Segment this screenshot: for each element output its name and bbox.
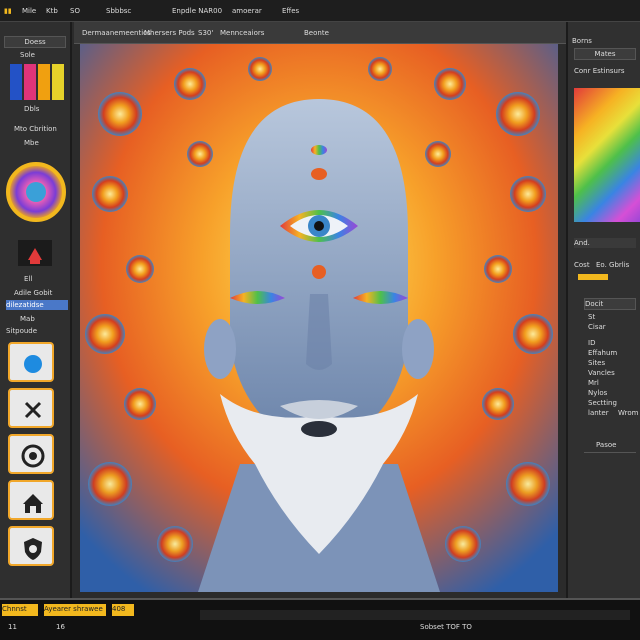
prop-item[interactable]: lanter bbox=[588, 408, 609, 418]
tag-1[interactable]: Chnnst bbox=[2, 604, 38, 616]
tool-label: Ell bbox=[24, 275, 33, 283]
panel-title: Doess bbox=[4, 36, 66, 48]
prop-item[interactable]: Nylos bbox=[588, 388, 607, 398]
home-icon bbox=[23, 494, 43, 513]
status-text: Sobset TOF TO bbox=[420, 623, 472, 631]
prop-item[interactable]: Cisar bbox=[588, 322, 606, 332]
circle-tool-button[interactable] bbox=[8, 342, 54, 382]
tag-2[interactable]: Ayearer shrawee bbox=[44, 604, 106, 616]
prop-item[interactable]: ID bbox=[588, 338, 595, 348]
circle-icon bbox=[24, 355, 42, 373]
color-wheel[interactable] bbox=[4, 160, 68, 224]
prop-item[interactable]: Effahum bbox=[588, 348, 617, 358]
tab-3[interactable]: S30' bbox=[198, 28, 213, 38]
menu-item-3[interactable]: SO bbox=[70, 6, 80, 16]
left-number-2: 16 bbox=[56, 623, 65, 631]
divider bbox=[584, 452, 636, 453]
tab-4[interactable]: Mennceaiors bbox=[220, 28, 264, 38]
prop-item[interactable]: Pasoe bbox=[596, 440, 616, 450]
left-panel: Doess Sole Dbls Mto Cbrition Mbe Ell Adi… bbox=[0, 22, 72, 598]
menu-bar: ▮▮ Mile Ktb SO Sbbbsc Enpdle NAR00 amoer… bbox=[0, 0, 640, 22]
target-icon bbox=[21, 444, 45, 468]
document-tabs-bar: Dermaanemeentics Mhersers Pods S30' Menn… bbox=[74, 22, 568, 44]
slider-fill[interactable] bbox=[578, 274, 608, 280]
close-tool-button[interactable] bbox=[8, 388, 54, 428]
right-panel-title: Borns bbox=[572, 37, 592, 45]
tab-5[interactable]: Beonte bbox=[304, 28, 329, 38]
shield-tool-button[interactable] bbox=[8, 526, 54, 566]
swatch-label: Sole bbox=[20, 51, 35, 59]
menu-item-6[interactable]: amoerar bbox=[232, 6, 262, 16]
prop-item[interactable]: Vancles bbox=[588, 368, 615, 378]
rainbow-color-picker[interactable] bbox=[574, 88, 640, 222]
menu-item-1[interactable]: Mile bbox=[22, 6, 36, 16]
color-label: Conr Estinsurs bbox=[574, 67, 625, 75]
prop-item[interactable]: Wrom bbox=[618, 408, 638, 418]
prop-item[interactable]: St bbox=[588, 312, 595, 322]
menu-item-2[interactable]: Ktb bbox=[46, 6, 58, 16]
sub-label: Eo. Gbrlis bbox=[596, 261, 630, 269]
bottom-status-bar: Chnnst Ayearer shrawee 408 11 16 Sobset … bbox=[0, 598, 640, 640]
left-number-1: 11 bbox=[8, 623, 17, 631]
menu-item-4[interactable]: Sbbbsc bbox=[106, 6, 131, 16]
adjust-label: Adile Gobit bbox=[14, 289, 53, 297]
canvas-artwork[interactable] bbox=[80, 44, 558, 592]
color-swatches[interactable] bbox=[10, 64, 64, 100]
adjust-sub-selected[interactable]: dilezatidse bbox=[6, 300, 68, 310]
close-icon bbox=[24, 401, 42, 419]
prop-item[interactable]: Sectting bbox=[588, 398, 617, 408]
section-subtitle: Mbe bbox=[24, 139, 39, 147]
props-header: Docit bbox=[584, 298, 636, 310]
section-title: Mto Cbrition bbox=[14, 125, 57, 133]
target-tool-button[interactable] bbox=[8, 434, 54, 474]
swatch-caption: Dbls bbox=[24, 105, 40, 113]
timeline-ruler[interactable] bbox=[200, 610, 630, 620]
menu-item-7[interactable]: Effes bbox=[282, 6, 299, 16]
prop-item[interactable]: Sites bbox=[588, 358, 605, 368]
app-logo-icon: ▮▮ bbox=[4, 7, 12, 15]
shield-icon bbox=[24, 538, 42, 560]
right-panel: Borns Mates Conr Estinsurs And. Cost Eo.… bbox=[566, 22, 640, 598]
tab-1[interactable]: Dermaanemeentics bbox=[82, 28, 151, 38]
and-label: And. bbox=[574, 238, 636, 248]
adjust-sub2: Mab bbox=[20, 315, 35, 323]
cost-label: Cost bbox=[574, 261, 590, 269]
tab-2[interactable]: Mhersers Pods bbox=[144, 28, 195, 38]
prop-item[interactable]: Mrl bbox=[588, 378, 599, 388]
zoom-value[interactable]: 408 bbox=[112, 604, 134, 616]
brush-preset-icon[interactable] bbox=[18, 240, 52, 266]
right-panel-subtitle: Mates bbox=[574, 48, 636, 60]
menu-item-5[interactable]: Enpdle NAR00 bbox=[172, 6, 222, 16]
home-tool-button[interactable] bbox=[8, 480, 54, 520]
tools-title: Sitpoude bbox=[6, 327, 38, 335]
